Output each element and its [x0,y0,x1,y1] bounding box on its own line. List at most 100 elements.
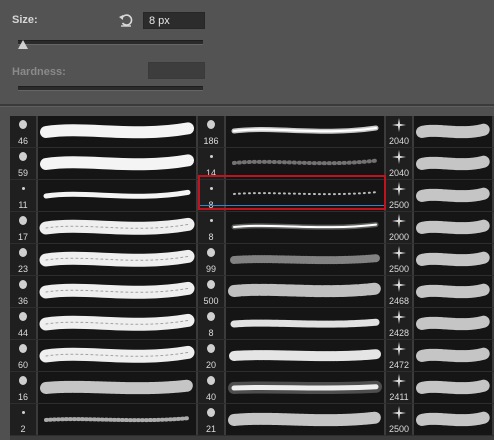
brush-preset-item[interactable]: 2500 [386,404,494,436]
brush-size-label: 2411 [389,392,409,402]
brush-preset-item[interactable]: 2500 [386,244,494,276]
brush-preset-item[interactable]: 2000 [386,212,494,244]
size-input[interactable]: 8 px [143,12,205,29]
brush-tip-thumbnail: 2500 [386,180,412,211]
reset-size-icon[interactable] [118,12,134,28]
brush-tip-thumbnail: 59 [10,148,36,179]
brush-preset-item[interactable]: 23 [10,244,198,276]
brush-stroke-area [226,340,384,371]
brush-tip-thumbnail: 2500 [386,244,412,275]
brush-stroke-preview [231,222,379,230]
brush-preset-item[interactable]: 2 [10,404,198,436]
brush-tip-icon [392,214,406,228]
brush-stroke-preview [39,281,195,299]
brush-size-label: 500 [203,296,219,306]
brush-stroke-area [414,308,492,339]
brush-stroke-preview [416,155,490,171]
brush-preset-item[interactable]: 186 [198,116,386,148]
brush-tip-icon [19,312,27,321]
brush-stroke-area [226,308,384,339]
brush-stroke-preview [228,380,382,395]
brush-tip-thumbnail: 8 [198,212,224,243]
brush-preset-item[interactable]: 40 [198,372,386,404]
brush-size-label: 36 [17,296,28,306]
panel-divider [0,104,494,107]
brush-size-label: 17 [17,232,28,242]
hardness-slider-track[interactable] [18,86,203,91]
brush-stroke-preview [416,379,490,395]
brush-preset-item[interactable]: 46 [10,116,198,148]
brush-stroke-area [38,148,196,179]
brush-tip-thumbnail: 2500 [386,404,412,435]
brush-tip-thumbnail: 14 [198,148,224,179]
brush-preset-item[interactable]: 8 [198,212,386,244]
brush-tip-thumbnail: 2040 [386,116,412,147]
brush-preset-item[interactable]: 20 [198,340,386,372]
brush-size-label: 8 [208,328,214,338]
brush-tip-icon [207,280,215,289]
brush-stroke-preview [416,347,490,363]
brush-tip-thumbnail: 186 [198,116,224,147]
brush-preset-item[interactable]: 8 [198,180,386,212]
brush-stroke-area [414,116,492,147]
brush-preset-item[interactable]: 8 [198,308,386,340]
brush-preset-item[interactable]: 2472 [386,340,494,372]
brush-preset-item[interactable]: 21 [198,404,386,436]
brush-tip-icon [392,310,406,324]
brush-stroke-area [226,404,384,435]
brush-tip-icon [207,408,215,417]
brush-preset-item[interactable]: 60 [10,340,198,372]
brush-stroke-area [414,244,492,275]
brush-tip-thumbnail: 2411 [386,372,412,403]
brush-stroke-preview [231,125,379,134]
brush-size-label: 2428 [388,328,410,338]
brush-preset-item[interactable]: 2040 [386,148,494,180]
brush-tip-icon [22,187,25,190]
brush-tip-thumbnail: 20 [198,340,224,371]
brush-preset-item[interactable]: 59 [10,148,198,180]
brush-size-label: 99 [205,264,216,274]
brush-stroke-preview [230,254,380,265]
brush-size-label: 23 [17,264,28,274]
brush-tip-icon [207,344,215,353]
brush-tip-thumbnail: 36 [10,276,36,307]
brush-size-label: 59 [17,168,28,178]
brush-size-label: 2000 [388,232,410,242]
brush-stroke-area [38,308,196,339]
brush-stroke-preview [416,251,490,267]
brush-tip-thumbnail: 21 [198,404,224,435]
brush-stroke-area [414,340,492,371]
brush-preset-item[interactable]: 14 [198,148,386,180]
brush-size-label: 44 [17,328,28,338]
brush-preset-item[interactable]: 44 [10,308,198,340]
brush-preset-item[interactable]: 16 [10,372,198,404]
brush-preset-item[interactable]: 99 [198,244,386,276]
size-slider-track[interactable] [18,40,203,45]
brush-preset-item[interactable]: 2040 [386,116,494,148]
brush-tip-icon [392,150,406,164]
brush-preset-item[interactable]: 2500 [386,180,494,212]
brush-tip-icon [392,278,406,292]
size-slider-thumb[interactable] [17,40,28,49]
brush-preset-item[interactable]: 11 [10,180,198,212]
brush-preset-item[interactable]: 2411 [386,372,494,404]
brush-stroke-area [38,404,196,435]
brush-size-label: 2472 [388,360,410,370]
brush-tip-thumbnail: 23 [10,244,36,275]
hardness-input[interactable] [148,62,205,79]
brush-tip-icon [392,118,406,132]
brush-size-label: 11 [18,200,28,210]
brush-tip-icon [207,312,215,321]
brush-stroke-area [38,372,196,403]
brush-preset-item[interactable]: 36 [10,276,198,308]
brush-preset-item[interactable]: 2468 [386,276,494,308]
brush-preset-item[interactable]: 17 [10,212,198,244]
brush-stroke-preview [230,318,380,328]
brush-preset-item[interactable]: 2428 [386,308,494,340]
brush-stroke-area [414,180,492,211]
brush-stroke-preview [44,416,190,423]
brush-stroke-preview [416,315,490,331]
brush-preset-item[interactable]: 500 [198,276,386,308]
brush-stroke-preview [39,249,195,267]
brush-stroke-area [226,244,384,275]
